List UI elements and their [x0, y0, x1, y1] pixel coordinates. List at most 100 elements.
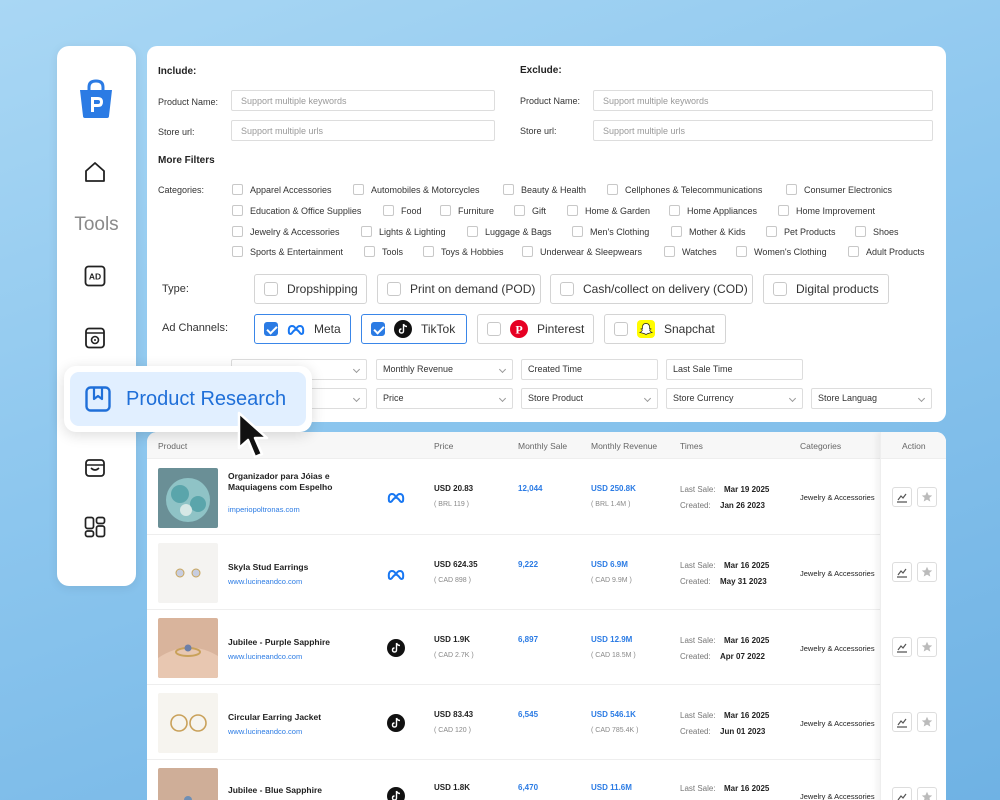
trend-chart-button[interactable]: [892, 787, 912, 800]
created-label: Created:: [680, 727, 711, 736]
svg-text:AD: AD: [89, 272, 101, 282]
results-table: Product Price Monthly Sale Monthly Reven…: [147, 432, 946, 800]
col-categories: Categories: [800, 441, 842, 451]
store-icon[interactable]: [81, 454, 109, 482]
favorite-button[interactable]: [917, 562, 937, 582]
category-checkbox[interactable]: Automobiles & Motorcycles: [353, 184, 480, 195]
monthly-revenue: USD 546.1K: [591, 710, 636, 719]
category-checkbox[interactable]: Education & Office Supplies: [232, 205, 361, 216]
category-checkbox[interactable]: Watches: [664, 246, 717, 257]
monthly-revenue: USD 6.9M: [591, 560, 628, 569]
trend-chart-button[interactable]: [892, 562, 912, 582]
include-store-url-input[interactable]: [231, 120, 495, 141]
category-checkbox[interactable]: Women's Clothing: [736, 246, 827, 257]
favorite-button[interactable]: [917, 712, 937, 732]
category-checkbox[interactable]: Apparel Accessories: [232, 184, 332, 195]
home-icon[interactable]: [81, 158, 109, 186]
store-language-dropdown[interactable]: Store Languag: [811, 388, 932, 409]
favorite-button[interactable]: [917, 487, 937, 507]
product-name[interactable]: Skyla Stud Earrings: [228, 562, 348, 573]
category-checkbox[interactable]: Furniture: [440, 205, 494, 216]
type-option-dropshipping[interactable]: Dropshipping: [254, 274, 367, 304]
store-link[interactable]: www.lucineandco.com: [228, 577, 302, 586]
category-checkbox[interactable]: Tools: [364, 246, 403, 257]
table-row[interactable]: Skyla Stud Earrings www.lucineandco.com …: [147, 535, 880, 610]
monthly-revenue: USD 12.9M: [591, 635, 633, 644]
created-label: Created:: [680, 501, 711, 510]
category-checkbox[interactable]: Gift: [514, 205, 546, 216]
product-thumbnail: [158, 543, 218, 603]
ad-channel-pinterest[interactable]: P Pinterest: [477, 314, 594, 344]
category-checkbox[interactable]: Adult Products: [848, 246, 925, 257]
category-checkbox[interactable]: Shoes: [855, 226, 899, 237]
product-name[interactable]: Jubilee - Blue Sapphire: [228, 785, 348, 796]
category-checkbox[interactable]: Home Appliances: [669, 205, 757, 216]
category-checkbox[interactable]: Luggage & Bags: [467, 226, 552, 237]
category-checkbox[interactable]: Consumer Electronics: [786, 184, 892, 195]
category-checkbox[interactable]: Home & Garden: [567, 205, 650, 216]
type-option-digital[interactable]: Digital products: [763, 274, 889, 304]
product-name[interactable]: Circular Earring Jacket: [228, 712, 348, 723]
table-row[interactable]: Jubilee - Blue Sapphire USD 1.8K 6,470 U…: [147, 760, 880, 800]
category-checkbox[interactable]: Lights & Lighting: [361, 226, 446, 237]
store-link[interactable]: imperiopoltronas.com: [228, 505, 300, 514]
created-date: Jan 26 2023: [720, 501, 765, 510]
categories-label: Categories:: [158, 185, 205, 195]
ad-icon[interactable]: AD: [81, 262, 109, 290]
category: Jewelry & Accessories: [800, 644, 875, 653]
col-monthly-revenue[interactable]: Monthly Revenue: [591, 441, 657, 451]
table-row[interactable]: Jubilee - Purple Sapphire www.lucineandc…: [147, 610, 880, 685]
type-option-cod[interactable]: Cash/collect on delivery (COD): [550, 274, 753, 304]
dashboard-icon[interactable]: [81, 513, 109, 541]
product-thumbnail: [158, 618, 218, 678]
ad-channels-label: Ad Channels:: [162, 322, 229, 334]
store-link[interactable]: www.lucineandco.com: [228, 727, 302, 736]
trend-chart-button[interactable]: [892, 487, 912, 507]
mouse-cursor-icon: [237, 411, 269, 459]
category-checkbox[interactable]: Underwear & Sleepwears: [522, 246, 642, 257]
category-checkbox[interactable]: Food: [383, 205, 422, 216]
ad-channel-meta[interactable]: Meta: [254, 314, 351, 344]
ad-channel-tiktok[interactable]: TikTok: [361, 314, 467, 344]
exclude-store-url-input[interactable]: [593, 120, 933, 141]
category-checkbox[interactable]: Toys & Hobbies: [423, 246, 504, 257]
price: USD 83.43: [434, 710, 474, 719]
category-checkbox[interactable]: Men's Clothing: [572, 226, 649, 237]
store-product-dropdown[interactable]: Store Product: [521, 388, 658, 409]
category-checkbox[interactable]: Jewelry & Accessories: [232, 226, 340, 237]
last-sale-time-dropdown[interactable]: Last Sale Time: [666, 359, 803, 380]
store-link[interactable]: www.lucineandco.com: [228, 652, 302, 661]
col-monthly-sale[interactable]: Monthly Sale: [518, 441, 567, 451]
table-row[interactable]: Circular Earring Jacket www.lucineandco.…: [147, 685, 880, 760]
monthly-revenue-dropdown[interactable]: Monthly Revenue: [376, 359, 513, 380]
last-sale-date: Mar 19 2025: [724, 485, 770, 494]
price-dropdown[interactable]: Price: [376, 388, 513, 409]
created-time-dropdown[interactable]: Created Time: [521, 359, 658, 380]
exclude-product-name-input[interactable]: [593, 90, 933, 111]
category-checkbox[interactable]: Sports & Entertainment: [232, 246, 343, 257]
product-name[interactable]: Jubilee - Purple Sapphire: [228, 637, 348, 648]
favorite-button[interactable]: [917, 637, 937, 657]
monthly-sale: 12,044: [518, 484, 543, 493]
category-checkbox[interactable]: Beauty & Health: [503, 184, 586, 195]
favorite-button[interactable]: [917, 787, 937, 800]
trend-chart-button[interactable]: [892, 712, 912, 732]
price-local: ( CAD 898 ): [434, 577, 471, 584]
table-row[interactable]: Organizador para Jóias e Maquiagens com …: [147, 460, 880, 535]
star-icon: [921, 716, 933, 727]
action-column: Action: [880, 432, 946, 800]
category-checkbox[interactable]: Home Improvement: [778, 205, 875, 216]
more-filters-title: More Filters: [158, 155, 215, 166]
store-currency-dropdown[interactable]: Store Currency: [666, 388, 803, 409]
type-option-pod[interactable]: Print on demand (POD): [377, 274, 541, 304]
tiktok-icon: [386, 786, 406, 800]
trend-chart-button[interactable]: [892, 637, 912, 657]
include-product-name-input[interactable]: [231, 90, 495, 111]
category-checkbox[interactable]: Mother & Kids: [671, 226, 746, 237]
category-checkbox[interactable]: Cellphones & Telecommunications: [607, 184, 762, 195]
ad-channel-snapchat[interactable]: Snapchat: [604, 314, 726, 344]
category-checkbox[interactable]: Pet Products: [766, 226, 836, 237]
col-price[interactable]: Price: [434, 441, 453, 451]
spy-tool-icon[interactable]: [81, 324, 109, 352]
product-name[interactable]: Organizador para Jóias e Maquiagens com …: [228, 471, 348, 493]
